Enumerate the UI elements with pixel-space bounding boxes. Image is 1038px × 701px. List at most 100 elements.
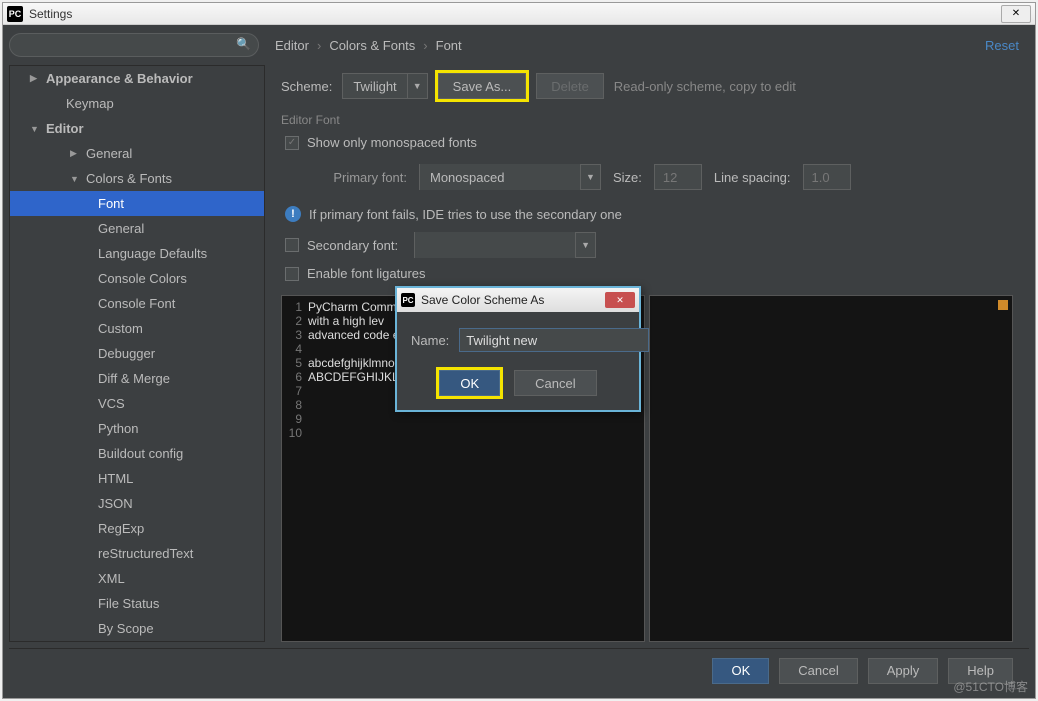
reset-link[interactable]: Reset	[985, 38, 1029, 53]
info-icon: !	[285, 206, 301, 222]
chevron-right-icon: ▶	[30, 73, 40, 84]
window-close-button[interactable]: ✕	[1001, 5, 1031, 23]
primary-font-label: Primary font:	[317, 170, 407, 185]
sidebar-item-label: Console Font	[98, 296, 175, 311]
sidebar-item-custom[interactable]: Custom	[10, 316, 264, 341]
sidebar-item-general[interactable]: General	[10, 216, 264, 241]
chevron-down-icon[interactable]: ▼	[575, 233, 595, 257]
sidebar-item-label: JSON	[98, 496, 133, 511]
sidebar-item-font[interactable]: Font	[10, 191, 264, 216]
sidebar-item-label: HTML	[98, 471, 133, 486]
search-icon: 🔍	[236, 37, 251, 51]
sidebar-item-xml[interactable]: XML	[10, 566, 264, 591]
dialog-ok-button[interactable]: OK	[439, 370, 500, 396]
dialog-cancel-button[interactable]: Cancel	[514, 370, 596, 396]
line-number: 6	[286, 370, 308, 384]
main-panel: Scheme: Twilight ▼ Save As... Delete Rea…	[265, 65, 1029, 642]
warning-marker-icon	[998, 300, 1008, 310]
sidebar-item-label: Keymap	[66, 96, 114, 111]
sidebar-item-diff-merge[interactable]: Diff & Merge	[10, 366, 264, 391]
fallback-message: If primary font fails, IDE tries to use …	[309, 207, 622, 222]
chevron-right-icon: ›	[317, 38, 321, 53]
sidebar-item-keymap[interactable]: Keymap	[10, 91, 264, 116]
sidebar-item-label: VCS	[98, 396, 125, 411]
chevron-down-icon: ▼	[30, 124, 40, 134]
apply-button[interactable]: Apply	[868, 658, 939, 684]
sidebar-item-restructuredtext[interactable]: reStructuredText	[10, 541, 264, 566]
sidebar-item-language-defaults[interactable]: Language Defaults	[10, 241, 264, 266]
line-spacing-label: Line spacing:	[714, 170, 791, 185]
breadcrumb-font: Font	[436, 38, 462, 53]
chevron-down-icon[interactable]: ▼	[407, 74, 427, 98]
save-color-scheme-dialog: PC Save Color Scheme As ✕ Name: OK Cance…	[395, 286, 641, 412]
secondary-font-label: Secondary font:	[307, 238, 398, 253]
search-input[interactable]	[9, 33, 259, 57]
sidebar-item-general[interactable]: ▶General	[10, 141, 264, 166]
size-label: Size:	[613, 170, 642, 185]
line-number: 1	[286, 300, 308, 314]
line-number: 5	[286, 356, 308, 370]
cancel-button[interactable]: Cancel	[779, 658, 857, 684]
sidebar-item-label: Colors & Fonts	[86, 171, 172, 186]
sidebar-item-file-status[interactable]: File Status	[10, 591, 264, 616]
primary-font-combo[interactable]: Monospaced ▼	[419, 164, 601, 190]
sidebar-item-label: Language Defaults	[98, 246, 207, 261]
chevron-right-icon: ›	[423, 38, 427, 53]
line-number: 3	[286, 328, 308, 342]
scheme-combo[interactable]: Twilight ▼	[342, 73, 427, 99]
font-preview-right	[649, 295, 1013, 642]
sidebar-item-appearance-behavior[interactable]: ▶Appearance & Behavior	[10, 66, 264, 91]
sidebar-item-regexp[interactable]: RegExp	[10, 516, 264, 541]
sidebar-item-html[interactable]: HTML	[10, 466, 264, 491]
line-text: with a high lev	[308, 314, 384, 328]
sidebar-item-debugger[interactable]: Debugger	[10, 341, 264, 366]
app-icon: PC	[7, 6, 23, 22]
line-number: 8	[286, 398, 308, 412]
breadcrumb-editor: Editor	[275, 38, 309, 53]
name-label: Name:	[411, 333, 449, 348]
scheme-name-input[interactable]	[459, 328, 649, 352]
show-mono-label: Show only monospaced fonts	[307, 135, 477, 150]
sidebar-item-label: Font	[98, 196, 124, 211]
sidebar-item-label: Console Colors	[98, 271, 187, 286]
secondary-font-combo[interactable]: ▼	[414, 232, 596, 258]
settings-sidebar[interactable]: ▶Appearance & BehaviorKeymap▼Editor▶Gene…	[9, 65, 265, 642]
sidebar-item-by-scope[interactable]: By Scope	[10, 616, 264, 641]
sidebar-item-json[interactable]: JSON	[10, 491, 264, 516]
line-number: 10	[286, 426, 308, 440]
ok-button[interactable]: OK	[712, 658, 769, 684]
ligatures-label: Enable font ligatures	[307, 266, 426, 281]
sidebar-item-label: File Status	[98, 596, 159, 611]
show-mono-checkbox[interactable]: ✓	[285, 136, 299, 150]
line-spacing-field[interactable]: 1.0	[803, 164, 851, 190]
sidebar-item-label: Python	[98, 421, 138, 436]
line-text: advanced code e	[308, 328, 399, 342]
sidebar-item-colors-fonts[interactable]: ▼Colors & Fonts	[10, 166, 264, 191]
preview-line: 9	[286, 412, 640, 426]
scheme-label: Scheme:	[281, 79, 332, 94]
sidebar-item-label: XML	[98, 571, 125, 586]
sidebar-item-label: Diff & Merge	[98, 371, 170, 386]
sidebar-item-editor[interactable]: ▼Editor	[10, 116, 264, 141]
sidebar-item-python[interactable]: Python	[10, 416, 264, 441]
sidebar-item-vcs[interactable]: VCS	[10, 391, 264, 416]
line-number: 2	[286, 314, 308, 328]
sidebar-item-label: Buildout config	[98, 446, 183, 461]
dialog-title: Save Color Scheme As	[421, 293, 544, 307]
dialog-close-button[interactable]: ✕	[605, 292, 635, 308]
sidebar-item-console-colors[interactable]: Console Colors	[10, 266, 264, 291]
save-as-button[interactable]: Save As...	[438, 73, 527, 99]
sidebar-item-label: Debugger	[98, 346, 155, 361]
sidebar-item-console-font[interactable]: Console Font	[10, 291, 264, 316]
help-button[interactable]: Help	[948, 658, 1013, 684]
line-number: 4	[286, 342, 308, 356]
breadcrumb: Editor › Colors & Fonts › Font Reset	[259, 33, 1029, 57]
sidebar-item-label: By Scope	[98, 621, 154, 636]
ligatures-checkbox[interactable]	[285, 267, 299, 281]
readonly-message: Read-only scheme, copy to edit	[614, 79, 796, 94]
secondary-font-checkbox[interactable]	[285, 238, 299, 252]
sidebar-item-buildout-config[interactable]: Buildout config	[10, 441, 264, 466]
chevron-down-icon[interactable]: ▼	[580, 165, 600, 189]
size-field[interactable]: 12	[654, 164, 702, 190]
chevron-right-icon: ▶	[70, 148, 80, 159]
